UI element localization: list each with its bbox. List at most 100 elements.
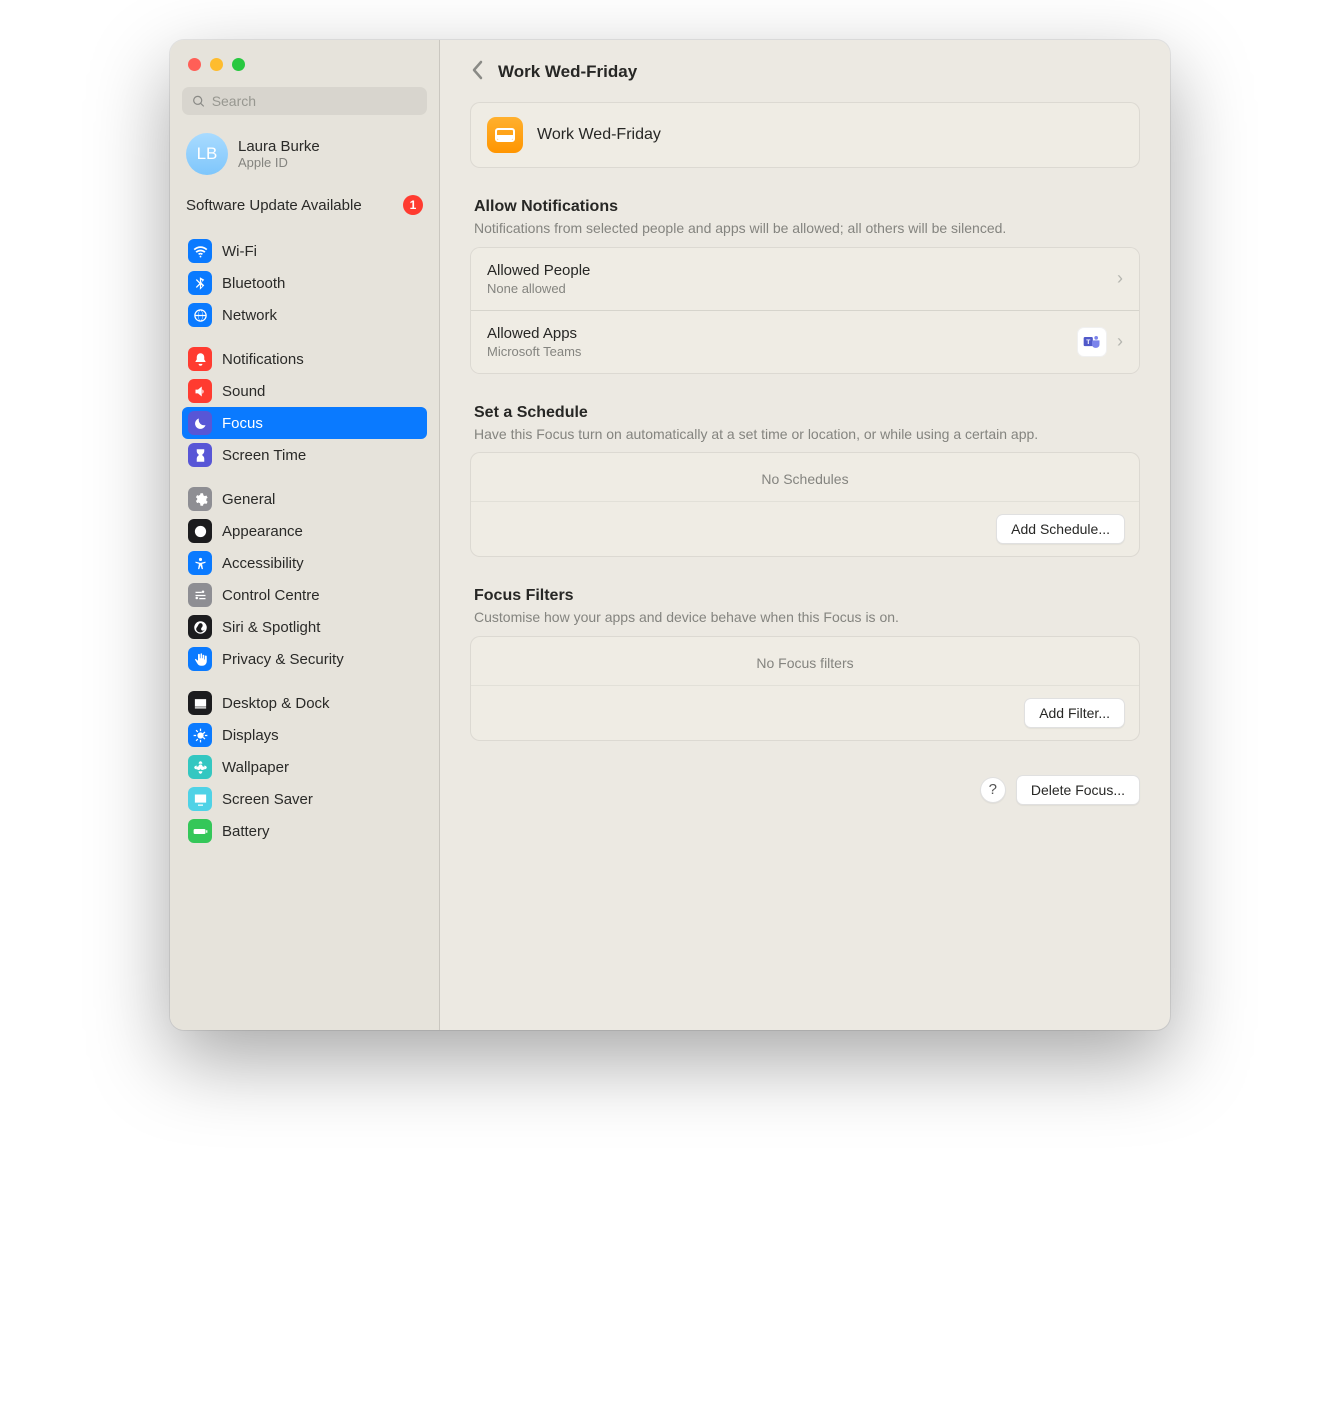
dock-icon (188, 691, 212, 715)
sidebar-item-label: Screen Saver (222, 791, 313, 808)
sidebar: LB Laura Burke Apple ID Software Update … (170, 40, 440, 1030)
sidebar-item-appearance[interactable]: Appearance (182, 515, 427, 547)
allowed-people-title: Allowed People (487, 262, 590, 279)
sidebar-item-wi-fi[interactable]: Wi-Fi (182, 235, 427, 267)
siri-icon (188, 615, 212, 639)
allowed-apps-title: Allowed Apps (487, 325, 581, 342)
sidebar-item-label: Wallpaper (222, 759, 289, 776)
filters-title: Focus Filters (474, 587, 1136, 605)
footer-actions: ? Delete Focus... (470, 771, 1140, 805)
screensaver-icon (188, 787, 212, 811)
settings-window: LB Laura Burke Apple ID Software Update … (170, 40, 1170, 1030)
software-update-label: Software Update Available (186, 197, 362, 214)
search-input[interactable] (212, 93, 417, 109)
moon-icon (188, 411, 212, 435)
appearance-icon (188, 519, 212, 543)
search-field[interactable] (182, 87, 427, 115)
allowed-apps-row[interactable]: Allowed Apps Microsoft Teams T › (471, 310, 1139, 373)
sidebar-item-label: Accessibility (222, 555, 304, 572)
software-update-badge: 1 (403, 195, 423, 215)
schedule-header: Set a Schedule Have this Focus turn on a… (470, 404, 1140, 453)
notifications-header: Allow Notifications Notifications from s… (470, 198, 1140, 247)
bell-icon (188, 347, 212, 371)
sidebar-item-battery[interactable]: Battery (182, 815, 427, 847)
schedule-empty: No Schedules (471, 453, 1139, 501)
sidebar-item-privacy-security[interactable]: Privacy & Security (182, 643, 427, 675)
sidebar-item-label: Wi-Fi (222, 243, 257, 260)
sidebar-item-desktop-dock[interactable]: Desktop & Dock (182, 687, 427, 719)
sidebar-item-network[interactable]: Network (182, 299, 427, 331)
sidebar-item-label: Bluetooth (222, 275, 285, 292)
focus-name-card[interactable]: Work Wed-Friday (470, 102, 1140, 168)
sidebar-item-label: Appearance (222, 523, 303, 540)
sidebar-item-siri-spotlight[interactable]: Siri & Spotlight (182, 611, 427, 643)
chevron-left-icon (470, 60, 484, 80)
allowed-people-sub: None allowed (487, 281, 590, 296)
titlebar: Work Wed-Friday (470, 54, 1140, 102)
add-schedule-button[interactable]: Add Schedule... (996, 514, 1125, 544)
sidebar-item-general[interactable]: General (182, 483, 427, 515)
sidebar-group-display: Desktop & Dock Displays Wallpaper Screen Sa… (182, 687, 427, 847)
sidebar-item-displays[interactable]: Displays (182, 719, 427, 751)
sidebar-item-notifications[interactable]: Notifications (182, 343, 427, 375)
sidebar-item-wallpaper[interactable]: Wallpaper (182, 751, 427, 783)
page-title: Work Wed-Friday (498, 62, 637, 82)
main-pane: Work Wed-Friday Work Wed-Friday Allow No… (440, 40, 1170, 1030)
battery-icon (188, 819, 212, 843)
focus-icon (487, 117, 523, 153)
add-filter-button[interactable]: Add Filter... (1024, 698, 1125, 728)
allowed-people-row[interactable]: Allowed People None allowed › (471, 248, 1139, 310)
notifications-title: Allow Notifications (474, 198, 1136, 216)
sidebar-group-attn: Notifications Sound Focus Screen Time (182, 343, 427, 471)
allowed-apps-sub: Microsoft Teams (487, 344, 581, 359)
schedule-box: No Schedules Add Schedule... (470, 452, 1140, 557)
account-row[interactable]: LB Laura Burke Apple ID (182, 129, 427, 189)
sidebar-item-label: Sound (222, 383, 265, 400)
help-button[interactable]: ? (980, 777, 1006, 803)
chevron-right-icon: › (1117, 268, 1123, 289)
hand-icon (188, 647, 212, 671)
sidebar-item-focus[interactable]: Focus (182, 407, 427, 439)
sun-icon (188, 723, 212, 747)
account-sub: Apple ID (238, 155, 320, 170)
delete-focus-button[interactable]: Delete Focus... (1016, 775, 1140, 805)
sidebar-item-label: Network (222, 307, 277, 324)
gear-icon (188, 487, 212, 511)
close-window-button[interactable] (188, 58, 201, 71)
hourglass-icon (188, 443, 212, 467)
sidebar-item-bluetooth[interactable]: Bluetooth (182, 267, 427, 299)
wifi-icon (188, 239, 212, 263)
sidebar-item-label: Privacy & Security (222, 651, 344, 668)
filters-empty: No Focus filters (471, 637, 1139, 685)
schedule-desc: Have this Focus turn on automatically at… (474, 425, 1136, 445)
sidebar-item-label: Screen Time (222, 447, 306, 464)
sidebar-item-screen-saver[interactable]: Screen Saver (182, 783, 427, 815)
chevron-right-icon: › (1117, 331, 1123, 352)
sidebar-group-general: General Appearance Accessibility Control Ce… (182, 483, 427, 675)
sidebar-item-control-centre[interactable]: Control Centre (182, 579, 427, 611)
account-name: Laura Burke (238, 138, 320, 155)
search-icon (192, 94, 206, 109)
flower-icon (188, 755, 212, 779)
back-button[interactable] (470, 60, 484, 84)
focus-name-label: Work Wed-Friday (537, 126, 661, 144)
filters-box: No Focus filters Add Filter... (470, 636, 1140, 741)
software-update-row[interactable]: Software Update Available 1 (182, 189, 427, 229)
microsoft-teams-icon: T (1077, 327, 1107, 357)
sidebar-item-label: General (222, 491, 275, 508)
sidebar-item-label: Battery (222, 823, 270, 840)
sidebar-item-label: Displays (222, 727, 279, 744)
zoom-window-button[interactable] (232, 58, 245, 71)
sliders-icon (188, 583, 212, 607)
avatar: LB (186, 133, 228, 175)
sidebar-item-sound[interactable]: Sound (182, 375, 427, 407)
sidebar-item-screen-time[interactable]: Screen Time (182, 439, 427, 471)
sidebar-item-label: Desktop & Dock (222, 695, 330, 712)
schedule-title: Set a Schedule (474, 404, 1136, 422)
sidebar-item-label: Control Centre (222, 587, 320, 604)
filters-header: Focus Filters Customise how your apps an… (470, 587, 1140, 636)
sidebar-item-accessibility[interactable]: Accessibility (182, 547, 427, 579)
sidebar-item-label: Notifications (222, 351, 304, 368)
minimize-window-button[interactable] (210, 58, 223, 71)
window-controls (182, 50, 427, 87)
